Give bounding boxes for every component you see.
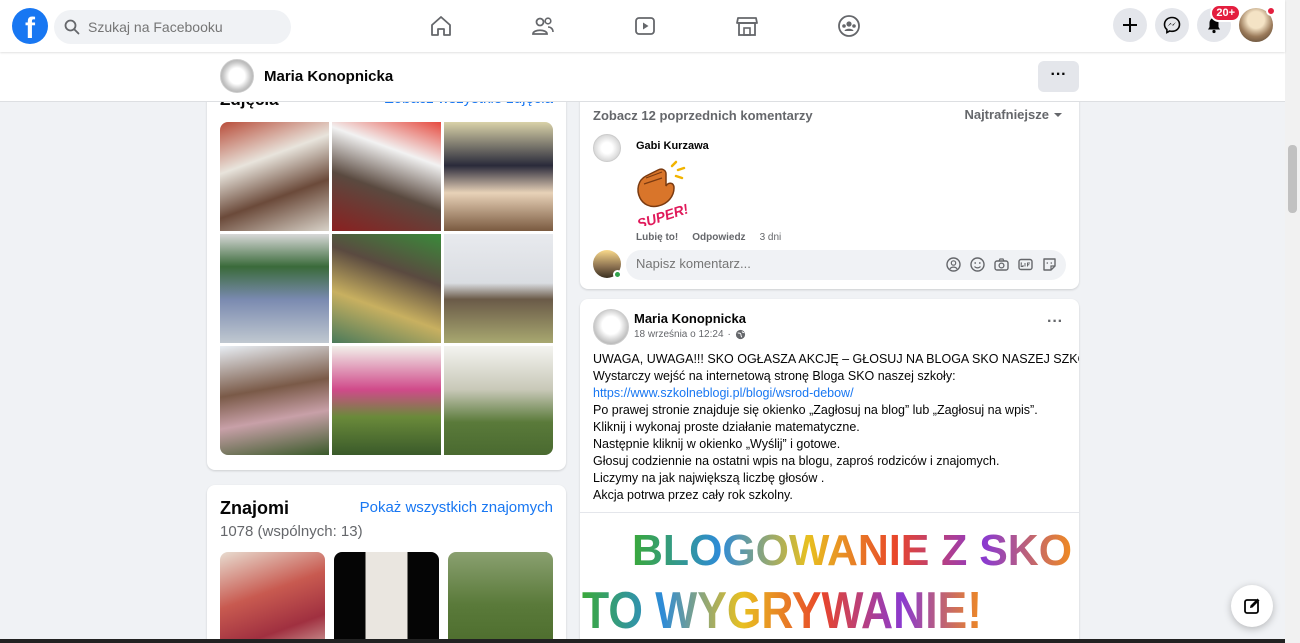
profile-more-button[interactable]: ···: [1038, 61, 1079, 92]
gif-icon[interactable]: [1017, 256, 1034, 273]
friend-thumbnail[interactable]: [334, 552, 439, 643]
post-author-avatar[interactable]: [593, 309, 629, 345]
friends-card: Znajomi Pokaż wszystkich znajomych 1078 …: [207, 485, 566, 643]
friend-thumbnail[interactable]: [448, 552, 553, 643]
post-meta: 18 września o 12:24 ·: [634, 329, 746, 340]
profile-avatar[interactable]: [220, 59, 254, 93]
banner-lettering: BLOGOWANIE Z SKO TO WYGRYWANIE!: [582, 526, 1072, 640]
post-image-banner[interactable]: BLOGOWANIE Z SKO TO WYGRYWANIE!: [580, 512, 1079, 643]
groups-icon: [838, 15, 860, 37]
create-button[interactable]: [1113, 8, 1147, 42]
comment-input[interactable]: [636, 256, 896, 271]
commenter-avatar[interactable]: [593, 134, 621, 162]
post-text: UWAGA, UWAGA!!! SKO OGŁASZA AKCJĘ – GŁOS…: [593, 351, 1079, 504]
globe-icon: [735, 329, 745, 340]
top-navbar: f 20+: [0, 0, 1285, 52]
post-text-line: UWAGA, UWAGA!!! SKO OGŁASZA AKCJĘ – GŁOS…: [593, 352, 1079, 366]
bottom-edge: [0, 639, 1285, 643]
photos-card: Zdjęcia Zobacz wszystkie zdjęcia: [207, 60, 566, 470]
notifications-button[interactable]: 20+: [1197, 4, 1241, 42]
online-status-dot: [613, 270, 622, 279]
comment-actions: Lubię to! Odpowiedz 3 dni: [636, 232, 781, 243]
emoji-icon[interactable]: [969, 256, 986, 273]
messenger-button[interactable]: [1155, 8, 1189, 42]
photo-thumbnail[interactable]: [220, 346, 329, 455]
svg-text:BLOGOWANIE Z SKO: BLOGOWANIE Z SKO: [632, 526, 1072, 575]
photo-thumbnail[interactable]: [332, 346, 441, 455]
post-date[interactable]: 18 września o 12:24: [634, 329, 724, 340]
facebook-logo[interactable]: f: [12, 8, 48, 44]
profile-header-bar: Maria Konopnicka ···: [0, 52, 1285, 102]
photo-thumbnail[interactable]: [444, 234, 553, 343]
messenger-icon: [1163, 16, 1181, 34]
post-meta-separator: ·: [727, 329, 731, 340]
comment-sort-dropdown[interactable]: Najtrafniejsze: [964, 107, 1063, 122]
photo-thumbnail[interactable]: [444, 122, 553, 231]
nav-marketplace[interactable]: [696, 0, 798, 52]
post-text-line: Po prawej stronie znajduje się okienko „…: [593, 403, 1038, 417]
post-author[interactable]: Maria Konopnicka: [634, 311, 746, 326]
post-text-line: Następnie kliknij w okienko „Wyślij” i g…: [593, 437, 841, 451]
watch-icon: [635, 17, 655, 35]
comment-time[interactable]: 3 dni: [760, 232, 782, 243]
account-avatar[interactable]: [1239, 6, 1276, 42]
friend-thumbnail[interactable]: [220, 552, 325, 643]
comment-author[interactable]: Gabi Kurzawa: [636, 140, 709, 152]
nav-friends[interactable]: [492, 0, 594, 52]
post-text-line: Wystarczy wejść na internetową stronę Bl…: [593, 369, 956, 383]
account-controls: 20+: [1113, 4, 1276, 42]
composer-icons: [945, 256, 1058, 273]
photo-thumbnail[interactable]: [332, 234, 441, 343]
notification-badge: 20+: [1210, 4, 1241, 22]
search-input[interactable]: [88, 19, 268, 35]
nav-watch[interactable]: [594, 0, 696, 52]
scrollbar-thumb[interactable]: [1288, 145, 1297, 213]
plus-icon: [1123, 18, 1137, 32]
post-link-line: https://www.szkolneblogi.pl/blogi/wsrod-…: [593, 385, 1073, 402]
photo-thumbnail[interactable]: [444, 346, 553, 455]
avatar-sticker-icon[interactable]: [945, 256, 962, 273]
compose-icon: [1244, 598, 1260, 614]
photo-thumbnail[interactable]: [332, 122, 441, 231]
svg-text:TO WYGRYWANIE!: TO WYGRYWANIE!: [582, 582, 982, 640]
main-nav: [390, 0, 900, 52]
search-icon: [64, 19, 80, 35]
friends-count: 1078 (wspólnych: 13): [220, 523, 363, 540]
sticker-icon[interactable]: [1041, 256, 1058, 273]
profile-name[interactable]: Maria Konopnicka: [264, 68, 393, 85]
post-text-line: Liczymy na jak największą liczbę głosów …: [593, 471, 825, 485]
nav-home[interactable]: [390, 0, 492, 52]
post-text-line: Głosuj codziennie na ostatni wpis na blo…: [593, 454, 1000, 468]
friend-thumbnails: [220, 552, 553, 643]
post-text-line: Akcja potrwa przez cały rok szkolny.: [593, 488, 793, 502]
marketplace-icon: [736, 17, 758, 36]
previous-comments-link[interactable]: Zobacz 12 poprzednich komentarzy: [593, 108, 813, 123]
photo-thumbnail[interactable]: [220, 234, 329, 343]
account-alert-dot: [1266, 6, 1276, 16]
post-more-button[interactable]: ···: [1047, 313, 1063, 331]
camera-icon[interactable]: [993, 256, 1010, 273]
new-message-button[interactable]: [1231, 585, 1273, 627]
page-scrollbar[interactable]: [1285, 0, 1300, 643]
comment-composer[interactable]: [626, 250, 1066, 280]
post-card: Maria Konopnicka 18 września o 12:24 · ·…: [580, 299, 1079, 643]
clap-sticker: SUPER!: [635, 160, 690, 226]
friends-icon: [532, 17, 554, 35]
photo-thumbnail[interactable]: [220, 122, 329, 231]
nav-groups[interactable]: [798, 0, 900, 52]
friends-see-all-link[interactable]: Pokaż wszystkich znajomych: [360, 499, 553, 516]
sort-label: Najtrafniejsze: [964, 107, 1049, 122]
caret-down-icon: [1054, 112, 1062, 117]
comment-reply-button[interactable]: Odpowiedz: [692, 232, 745, 243]
friends-title: Znajomi: [220, 498, 290, 518]
post-text-line: Kliknij i wykonaj proste działanie matem…: [593, 420, 860, 434]
home-icon: [431, 16, 451, 36]
search-box[interactable]: [54, 10, 291, 44]
blog-link[interactable]: https://www.szkolneblogi.pl/blogi/wsrod-…: [593, 386, 854, 400]
comment-like-button[interactable]: Lubię to!: [636, 232, 678, 243]
photo-grid: [220, 122, 553, 455]
